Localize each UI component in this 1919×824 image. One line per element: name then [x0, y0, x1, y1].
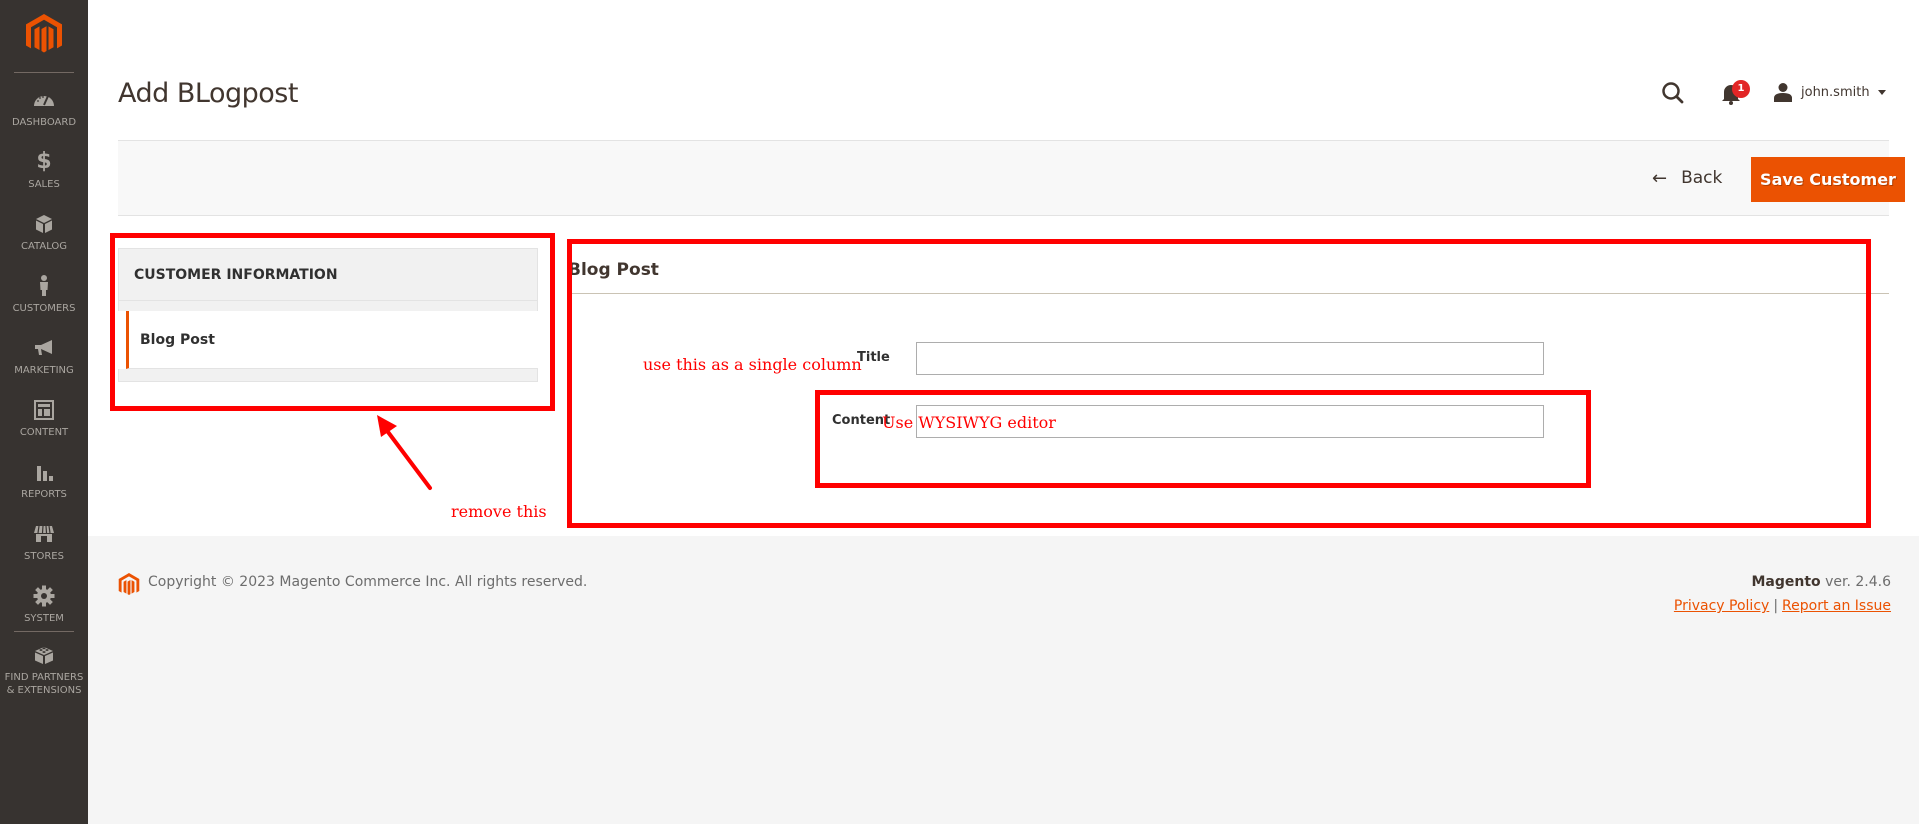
back-button-label: Back — [1681, 168, 1723, 188]
sidebar-item-label: STORES — [24, 551, 64, 562]
link-separator: | — [1773, 598, 1779, 614]
back-button[interactable]: ← Back — [1652, 163, 1722, 193]
report-issue-link[interactable]: Report an Issue — [1782, 598, 1891, 614]
sidebar-item-label: CATALOG — [20, 241, 68, 252]
magento-logo[interactable] — [26, 14, 62, 56]
person-icon — [40, 275, 48, 296]
magento-footer-logo — [118, 573, 140, 595]
sidebar-item-sales[interactable]: $ SALES — [0, 150, 88, 191]
customer-information-tabs: CUSTOMER INFORMATION Blog Post — [118, 248, 538, 382]
sidebar-item-label: CONTENT — [19, 427, 69, 438]
save-customer-button[interactable]: Save Customer — [1751, 157, 1905, 202]
sidebar-item-marketing[interactable]: MARKETING — [0, 336, 88, 377]
user-icon — [1774, 83, 1792, 102]
sidebar-item-label: SYSTEM — [24, 613, 64, 624]
chevron-down-icon — [1877, 89, 1886, 95]
search-icon[interactable] — [1660, 80, 1686, 106]
bar-chart-icon — [37, 466, 53, 481]
sidebar-item-label: SALES — [28, 179, 60, 190]
sidebar-item-find-partners[interactable]: FIND PARTNERS & EXTENSIONS — [0, 643, 88, 697]
storefront-icon — [34, 525, 54, 542]
privacy-policy-link[interactable]: Privacy Policy — [1674, 598, 1769, 614]
arrow-left-icon: ← — [1652, 167, 1668, 189]
tabs-title: CUSTOMER INFORMATION — [118, 248, 538, 301]
sidebar-item-label: REPORTS — [21, 489, 67, 500]
sidebar-item-label: MARKETING — [14, 365, 74, 376]
annotation-remove: remove this — [451, 502, 547, 521]
notification-badge: 1 — [1732, 80, 1750, 98]
page-title: Add BLogpost — [118, 78, 298, 109]
sidebar-item-reports[interactable]: REPORTS — [0, 460, 88, 501]
sidebar-item-label: CUSTOMERS — [12, 303, 76, 314]
annotation-single-column: use this as a single column — [643, 355, 862, 374]
megaphone-icon — [35, 340, 52, 355]
user-menu[interactable]: john.smith — [1773, 81, 1886, 103]
sidebar-item-dashboard[interactable]: DASHBOARD — [0, 88, 88, 129]
sidebar-divider — [14, 631, 74, 632]
brand-name: Magento — [1751, 574, 1821, 590]
main-content: Add BLogpost 1 john.smith ← Back Save Cu… — [88, 0, 1919, 536]
sidebar-item-label: FIND PARTNERS & EXTENSIONS — [4, 672, 84, 696]
box-icon — [36, 215, 52, 233]
sidebar-item-stores[interactable]: STORES — [0, 522, 88, 563]
title-label: Title — [857, 350, 890, 365]
username: john.smith — [1801, 84, 1870, 100]
version-number: ver. 2.4.6 — [1820, 574, 1891, 590]
dashboard-icon — [34, 95, 54, 106]
section-title: Blog Post — [568, 260, 659, 280]
sidebar-divider — [14, 72, 74, 73]
copyright-text: Copyright © 2023 Magento Commerce Inc. A… — [148, 574, 588, 590]
footer-links: Privacy Policy | Report an Issue — [1674, 598, 1891, 614]
lego-brick-icon — [35, 647, 53, 664]
sidebar-item-customers[interactable]: CUSTOMERS — [0, 274, 88, 315]
admin-sidebar: DASHBOARD $ SALES CATALOG CUSTOMERS MARK… — [0, 0, 88, 824]
section-divider — [568, 293, 1889, 294]
sidebar-item-system[interactable]: SYSTEM — [0, 584, 88, 625]
version-info: Magento ver. 2.4.6 — [1751, 574, 1891, 590]
annotation-wysiwyg: Use WYSIWYG editor — [882, 413, 1056, 432]
sidebar-item-content[interactable]: CONTENT — [0, 398, 88, 439]
sidebar-item-label: DASHBOARD — [11, 117, 77, 128]
dollar-icon: $ — [36, 149, 52, 174]
tab-blog-post[interactable]: Blog Post — [126, 311, 538, 369]
sidebar-item-catalog[interactable]: CATALOG — [0, 212, 88, 253]
title-input[interactable] — [916, 342, 1544, 375]
page-actions-toolbar: ← Back Save Customer — [118, 140, 1905, 216]
layout-icon — [34, 400, 54, 420]
gear-icon — [33, 585, 55, 607]
